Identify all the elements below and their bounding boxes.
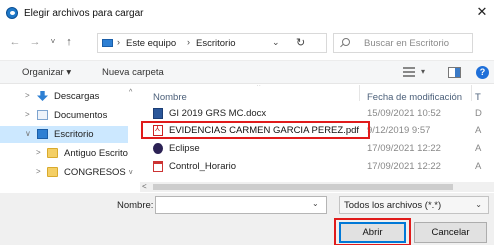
breadcrumb-separator: › [117, 37, 120, 47]
sidebar-item-label: Documentos [54, 110, 108, 121]
cancel-button[interactable]: Cancelar [414, 222, 487, 243]
file-name: Control_Horario [169, 161, 237, 172]
sidebar-item-label: CONGRESOS [64, 167, 126, 178]
sidebar-item-desktop[interactable]: ∨ Escritorio [0, 126, 128, 143]
file-type-filter-value: Todos los archivos (*.*) [344, 200, 442, 211]
back-arrow-icon[interactable]: ← [8, 35, 22, 49]
file-name-input[interactable] [155, 196, 327, 214]
chevron-right-icon[interactable]: > [36, 148, 41, 157]
column-header-name[interactable]: Nombre [153, 92, 187, 103]
view-dropdown-icon[interactable]: ▾ [421, 67, 425, 76]
file-name: GI 2019 GRS MC.docx [169, 108, 267, 119]
folder-icon [47, 148, 58, 158]
file-type-filter[interactable]: Todos los archivos (*.*) ⌄ [339, 196, 489, 214]
this-pc-icon [102, 39, 113, 47]
sidebar-scrollbar[interactable]: ^ v [128, 85, 138, 181]
forward-arrow-icon[interactable]: → [28, 35, 42, 49]
search-box[interactable]: Buscar en Escritorio [333, 33, 473, 53]
organize-button[interactable]: Organizar ▾ [22, 67, 71, 78]
new-folder-button[interactable]: Nueva carpeta [102, 67, 164, 78]
chevron-right-icon[interactable]: > [25, 110, 30, 119]
chevron-right-icon[interactable]: > [36, 167, 41, 176]
eclipse-icon [153, 143, 163, 154]
command-bar: Organizar ▾ Nueva carpeta ▾ ? [0, 60, 494, 84]
refresh-icon[interactable]: ↻ [296, 36, 305, 49]
file-type: D [475, 108, 482, 119]
search-icon [342, 38, 350, 46]
horizontal-scrollbar[interactable]: < [140, 182, 494, 192]
file-row[interactable]: Control_Horario 17/09/2021 12:22 A [140, 158, 494, 175]
highlight-annotation-box [141, 121, 370, 139]
file-list: ^ Nombre Fecha de modificación T GI 2019… [140, 85, 494, 181]
sidebar-item-congresos[interactable]: > CONGRESOS [0, 164, 128, 181]
view-options-icon[interactable] [403, 67, 415, 77]
spreadsheet-icon [153, 161, 163, 172]
address-bar[interactable]: › Este equipo › Escritorio ⌄ ↻ [97, 33, 327, 53]
file-type: A [475, 125, 482, 136]
file-date: 15/09/2021 10:52 [367, 108, 441, 119]
file-type: A [475, 143, 482, 154]
help-icon[interactable]: ? [476, 66, 489, 79]
chevron-right-icon[interactable]: > [25, 91, 30, 100]
navigation-bar: ← → ˅ ↑ › Este equipo › Escritorio ⌄ ↻ B… [0, 30, 494, 56]
sort-caret-icon: ^ [257, 85, 261, 90]
close-icon[interactable]: ✕ [474, 4, 490, 20]
file-row[interactable]: GI 2019 GRS MC.docx 15/09/2021 10:52 D [140, 105, 494, 122]
chevron-down-icon[interactable]: ⌄ [312, 199, 319, 208]
column-header-type[interactable]: T [475, 92, 481, 103]
file-date: 17/09/2021 12:22 [367, 161, 441, 172]
file-name-label: Nombre: [117, 200, 154, 211]
up-arrow-icon[interactable]: ↑ [62, 35, 76, 49]
sidebar-item-documents[interactable]: > Documentos [0, 107, 128, 124]
desktop-icon [37, 129, 48, 139]
file-date: 17/09/2021 12:22 [367, 143, 441, 154]
chevron-down-icon[interactable]: ∨ [25, 129, 31, 138]
sidebar-item-label: Antiguo Escrito [64, 148, 128, 159]
chevron-down-icon[interactable]: ⌄ [475, 200, 482, 209]
column-divider[interactable] [359, 85, 360, 101]
file-name: Eclipse [169, 143, 200, 154]
column-header-date[interactable]: Fecha de modificación [367, 92, 462, 103]
word-doc-icon [153, 108, 163, 119]
chrome-icon [6, 7, 18, 19]
scrollbar-thumb[interactable] [153, 184, 453, 190]
search-input[interactable]: Buscar en Escritorio [364, 38, 449, 49]
breadcrumb-desktop[interactable]: Escritorio [196, 38, 236, 49]
column-divider[interactable] [471, 85, 472, 101]
file-date: 9/12/2019 9:57 [367, 125, 431, 136]
preview-pane-icon[interactable] [448, 67, 461, 78]
window-title: Elegir archivos para cargar [24, 8, 144, 19]
file-type: A [475, 161, 482, 172]
highlight-annotation-box [334, 218, 411, 245]
sidebar-item-label: Escritorio [54, 129, 94, 140]
folder-icon [47, 167, 58, 177]
breadcrumb-separator: › [187, 37, 190, 47]
download-icon [37, 91, 48, 101]
title-bar: Elegir archivos para cargar ✕ [0, 0, 494, 27]
navigation-pane: > Descargas > Documentos ∨ Escritorio > … [0, 85, 138, 181]
sidebar-item-label: Descargas [54, 91, 100, 102]
dialog-footer: Nombre: ⌄ Todos los archivos (*.*) ⌄ Abr… [0, 193, 494, 245]
file-row[interactable]: Eclipse 17/09/2021 12:22 A [140, 140, 494, 157]
documents-icon [37, 110, 48, 120]
scroll-down-icon[interactable]: v [129, 169, 133, 176]
scroll-left-icon[interactable]: < [142, 182, 147, 191]
address-dropdown-icon[interactable]: ⌄ [272, 37, 280, 48]
recent-locations-icon[interactable]: ˅ [46, 35, 60, 49]
sidebar-item-downloads[interactable]: > Descargas [0, 88, 128, 105]
breadcrumb-this-pc[interactable]: Este equipo [126, 38, 176, 49]
scroll-up-icon[interactable]: ^ [129, 89, 132, 96]
sidebar-item-antiguo-escritorio[interactable]: > Antiguo Escrito [0, 145, 128, 162]
